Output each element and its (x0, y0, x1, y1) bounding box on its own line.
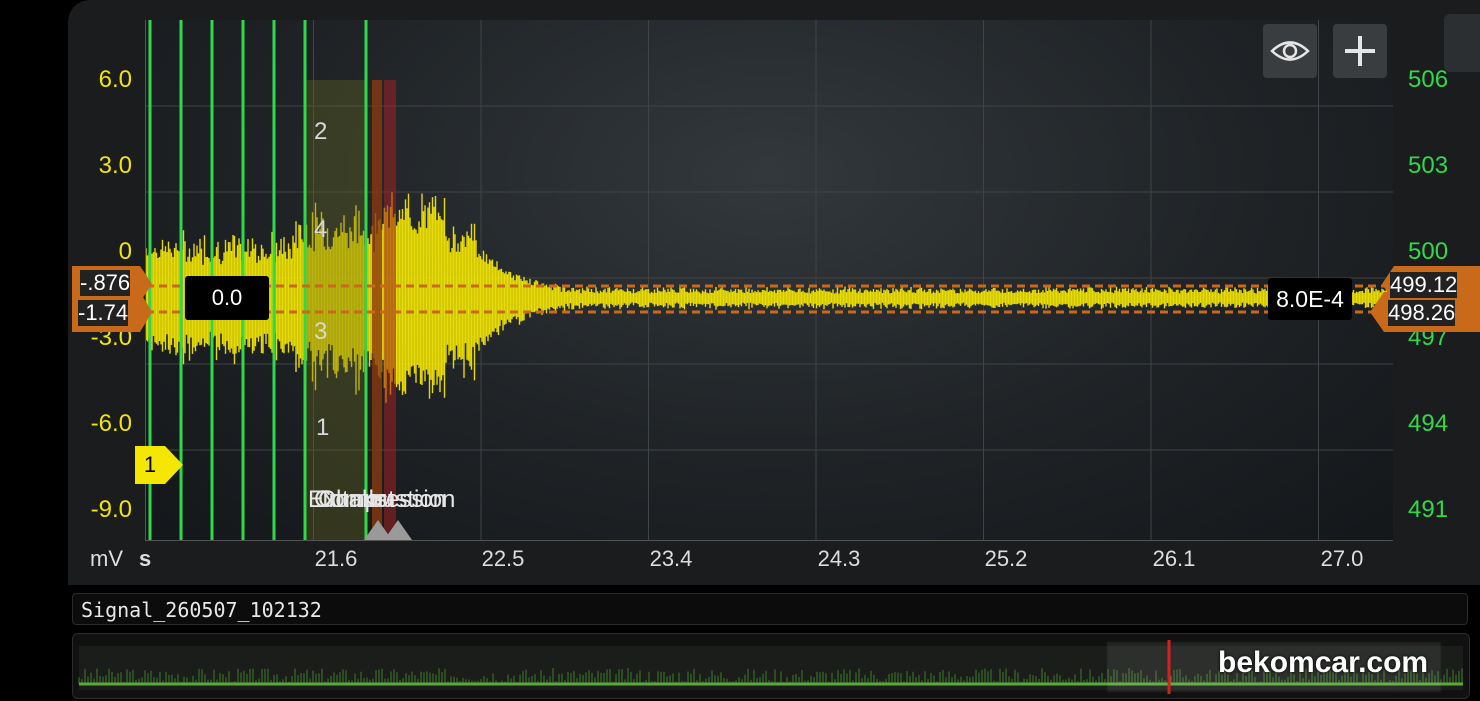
plus-icon (1345, 36, 1375, 66)
left-ytick: 3.0 (98, 152, 132, 179)
left-lower-cursor-value: -1.74 (78, 300, 129, 326)
view-button[interactable] (1263, 24, 1317, 78)
cylinder-number: 1 (316, 414, 330, 441)
right-lower-cursor-value: 498.26 (1388, 300, 1456, 326)
eye-icon (1270, 41, 1310, 61)
x-tick: 23.4 (649, 546, 693, 571)
right-upper-cursor-value: 499.12 (1390, 272, 1458, 298)
x-tick: 24.3 (817, 546, 861, 571)
x-tick: 21.6 (314, 546, 358, 571)
event-band (384, 80, 396, 540)
left-upper-cursor-value: -.876 (80, 270, 131, 296)
cylinder-number: 3 (314, 318, 328, 345)
cylinder-shade (306, 80, 366, 540)
cylinder-number: 2 (314, 118, 328, 145)
add-button[interactable] (1333, 24, 1387, 78)
right-ytick: 494 (1408, 410, 1449, 437)
cylinder-number: 4 (314, 216, 328, 243)
waveform-plot[interactable] (145, 20, 1393, 541)
drawer-handle[interactable] (1444, 14, 1480, 72)
left-axis-unit: mV (90, 546, 123, 571)
right-ytick: 503 (1408, 152, 1449, 179)
trigger-marker[interactable]: 1 (135, 446, 183, 484)
left-ytick: 6.0 (98, 66, 132, 93)
right-ytick: 506 (1408, 66, 1449, 93)
x-tick: 25.2 (984, 546, 1028, 571)
right-ytick: 491 (1408, 496, 1449, 523)
cursor-delta-box[interactable]: 0.0 (185, 276, 269, 320)
stroke-label: Combustion (318, 486, 447, 513)
x-tick: 27.0 (1320, 546, 1364, 571)
x-axis-unit: s (139, 546, 152, 571)
waveform-svg (146, 20, 1393, 540)
x-tick: 22.5 (481, 546, 525, 571)
cursor-right-box[interactable]: 8.0E-4 (1268, 278, 1352, 320)
left-ytick: -6.0 (90, 410, 132, 437)
watermark: bekomcar.com (1218, 646, 1429, 679)
left-ytick: -9.0 (90, 496, 132, 523)
signal-name-bar[interactable]: Signal_260507_102132 (72, 593, 1468, 625)
event-band (372, 80, 382, 540)
x-tick: 26.1 (1152, 546, 1196, 571)
